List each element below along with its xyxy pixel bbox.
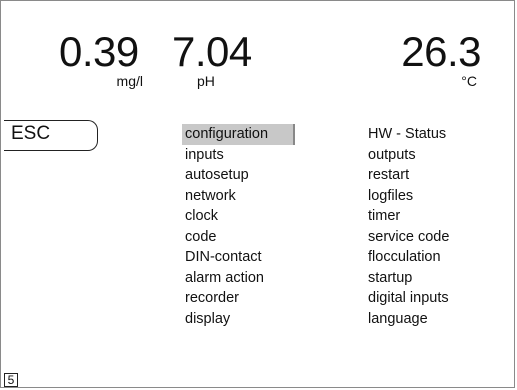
temperature-reading: 26.3 °C <box>401 28 481 90</box>
menu-item-din-contact[interactable]: DIN-contact <box>182 247 302 268</box>
menu-item-network[interactable]: network <box>182 186 302 207</box>
oxygen-unit: mg/l <box>116 73 143 89</box>
menu-item-display[interactable]: display <box>182 309 302 330</box>
menu-left-column: configuration inputs autosetup network c… <box>182 124 302 329</box>
menu-item-inputs[interactable]: inputs <box>182 145 302 166</box>
menu-item-timer[interactable]: timer <box>365 206 505 227</box>
ph-value: 7.04 <box>172 28 252 75</box>
temperature-unit: °C <box>461 73 477 89</box>
menu-item-clock[interactable]: clock <box>182 206 302 227</box>
menu-item-autosetup[interactable]: autosetup <box>182 165 302 186</box>
ph-reading: 7.04 pH <box>172 28 272 90</box>
menu-item-alarm-action[interactable]: alarm action <box>182 268 302 289</box>
temperature-value: 26.3 <box>401 28 481 75</box>
ph-unit: pH <box>197 73 215 89</box>
menu-item-hw-status[interactable]: HW - Status <box>365 124 505 145</box>
menu-item-code[interactable]: code <box>182 227 302 248</box>
menu-item-recorder[interactable]: recorder <box>182 288 302 309</box>
menu-item-restart[interactable]: restart <box>365 165 505 186</box>
menu-item-digital-inputs[interactable]: digital inputs <box>365 288 505 309</box>
menu-item-configuration[interactable]: configuration <box>182 124 295 145</box>
page-number: 5 <box>4 373 18 387</box>
menu-item-service-code[interactable]: service code <box>365 227 505 248</box>
menu-item-startup[interactable]: startup <box>365 268 505 289</box>
menu-item-flocculation[interactable]: flocculation <box>365 247 505 268</box>
menu-right-column: HW - Status outputs restart logfiles tim… <box>365 124 505 329</box>
oxygen-reading: 0.39 mg/l <box>59 28 149 90</box>
oxygen-value: 0.39 <box>59 28 139 75</box>
menu-item-outputs[interactable]: outputs <box>365 145 505 166</box>
menu-item-language[interactable]: language <box>365 309 505 330</box>
device-display: 0.39 mg/l 7.04 pH 26.3 °C ESC configurat… <box>0 0 515 388</box>
esc-button[interactable]: ESC <box>4 120 98 151</box>
menu-item-logfiles[interactable]: logfiles <box>365 186 505 207</box>
